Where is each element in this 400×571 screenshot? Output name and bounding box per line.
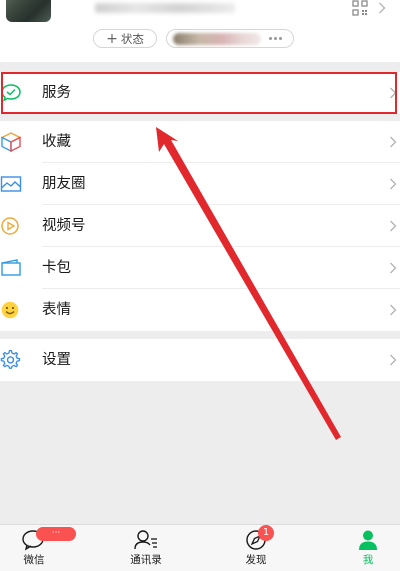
friends-status-blurred bbox=[173, 32, 261, 45]
menu-group-settings: 设置 bbox=[0, 339, 400, 381]
contacts-icon bbox=[134, 530, 157, 550]
gear-icon bbox=[0, 350, 21, 369]
tab-contacts-label: 通讯录 bbox=[130, 554, 162, 566]
menu-item-channels-label: 视频号 bbox=[42, 218, 86, 234]
tab-contacts[interactable]: 通讯录 bbox=[116, 525, 176, 571]
menu-group-features: 收藏 朋友圈 视频号 卡包 表情 bbox=[0, 121, 400, 331]
chevron-right-icon bbox=[390, 136, 397, 148]
tab-discover[interactable]: 1 发现 bbox=[226, 525, 286, 571]
wallet-card-icon bbox=[1, 259, 21, 276]
tab-me-label: 我 bbox=[362, 554, 374, 566]
friends-status-chip[interactable] bbox=[166, 29, 294, 48]
chevron-right-icon bbox=[390, 304, 397, 316]
menu-item-settings[interactable]: 设置 bbox=[0, 339, 400, 381]
wechat-id-blurred bbox=[95, 3, 235, 13]
menu-group-service: 服务 bbox=[0, 72, 400, 114]
chevron-right-icon bbox=[390, 87, 397, 99]
discover-badge: 1 bbox=[258, 525, 274, 541]
menu-item-cards[interactable]: 卡包 bbox=[0, 247, 400, 289]
bottom-tab-bar: ··· 微信 通讯录 1 发现 我 bbox=[0, 524, 400, 571]
menu-item-cards-label: 卡包 bbox=[42, 260, 71, 276]
smiley-icon bbox=[1, 301, 19, 319]
chat-bubble-check-icon bbox=[1, 84, 21, 102]
menu-item-stickers[interactable]: 表情 bbox=[0, 289, 400, 331]
person-icon bbox=[359, 530, 377, 550]
qr-code-icon[interactable] bbox=[352, 0, 368, 16]
tab-me[interactable]: 我 bbox=[338, 525, 398, 571]
chevron-right-icon bbox=[390, 354, 397, 366]
menu-item-favorites-label: 收藏 bbox=[42, 134, 71, 150]
tab-chats[interactable]: ··· 微信 bbox=[4, 525, 76, 571]
menu-item-service-label: 服务 bbox=[42, 85, 71, 101]
plus-icon: + bbox=[106, 30, 118, 47]
status-button-label: 状态 bbox=[120, 31, 144, 46]
chevron-right-icon bbox=[379, 2, 386, 14]
avatar[interactable] bbox=[6, 0, 51, 22]
tab-discover-label: 发现 bbox=[245, 554, 267, 566]
menu-item-moments-label: 朋友圈 bbox=[42, 176, 86, 192]
menu-item-service[interactable]: 服务 bbox=[0, 72, 400, 114]
menu-item-favorites[interactable]: 收藏 bbox=[0, 121, 400, 163]
landscape-photo-icon bbox=[0, 176, 22, 192]
menu-item-stickers-label: 表情 bbox=[42, 302, 71, 318]
chevron-right-icon bbox=[390, 262, 397, 274]
menu-item-settings-label: 设置 bbox=[42, 352, 71, 368]
chevron-right-icon bbox=[390, 220, 397, 232]
tab-chats-label: 微信 bbox=[23, 554, 45, 566]
play-circle-icon bbox=[1, 217, 19, 235]
menu-item-channels[interactable]: 视频号 bbox=[0, 205, 400, 247]
add-status-button[interactable]: + 状态 bbox=[93, 29, 157, 48]
more-dots-icon bbox=[269, 33, 285, 45]
cube-icon bbox=[0, 132, 22, 152]
profile-header[interactable]: + 状态 bbox=[0, 0, 400, 62]
chats-unread-badge: ··· bbox=[36, 527, 76, 541]
menu-item-moments[interactable]: 朋友圈 bbox=[0, 163, 400, 205]
chevron-right-icon bbox=[390, 178, 397, 190]
